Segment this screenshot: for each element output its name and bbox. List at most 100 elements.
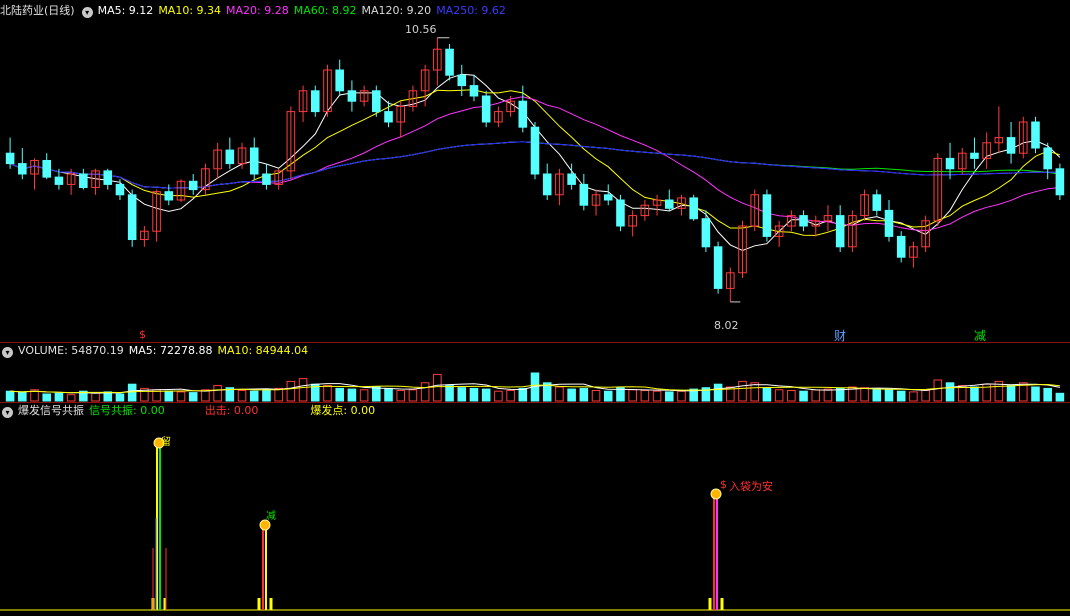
candle-body (249, 147, 259, 175)
volume-bar (1006, 385, 1016, 402)
candle-body (530, 126, 540, 175)
volume-bar (811, 389, 821, 402)
indicator-name[interactable]: 爆发信号共振 (18, 404, 84, 417)
volume-pane[interactable]: ▾ VOLUME: 54870.19 MA5: 72278.88 MA10: 8494… (0, 343, 1070, 402)
chevron-down-icon[interactable]: ▾ (81, 7, 93, 18)
volume-bar (115, 393, 125, 402)
candle-body (42, 159, 52, 178)
stock-title[interactable]: 北陆药业(日线) (0, 4, 75, 17)
volume-bar (591, 390, 601, 402)
ma10-value: MA10: 9.34 (158, 4, 222, 17)
candle-body (225, 149, 235, 165)
volume-header: ▾ VOLUME: 54870.19 MA5: 72278.88 MA10: 8494… (0, 344, 313, 358)
volume-bar (640, 390, 650, 402)
candle-body (5, 152, 15, 165)
candle-body (1006, 137, 1016, 154)
candle-body (579, 183, 589, 206)
volume-bar (298, 378, 308, 402)
volume-bar (750, 382, 760, 402)
ma120-value: MA120: 9.20 (361, 4, 432, 17)
ma60-value: MA60: 8.92 (293, 4, 357, 17)
volume-bar (603, 390, 613, 402)
volume-bar (762, 387, 772, 402)
candle-body (970, 152, 979, 159)
vol-ma5-value: MA5: 72278.88 (128, 344, 213, 357)
candle-body (1031, 121, 1040, 149)
volume-bar (457, 387, 467, 402)
signal-dollar: $ (720, 478, 727, 491)
candle-body (18, 163, 27, 175)
volume-bar (42, 393, 52, 402)
volume-bar (384, 387, 393, 402)
volume-bar (213, 385, 222, 402)
candle-body (164, 191, 174, 201)
volume-bar (909, 391, 918, 402)
volume-bar (664, 391, 674, 402)
volume-bar (323, 385, 332, 402)
candle-body (115, 183, 125, 196)
low-price-label: 8.02 (714, 319, 739, 332)
candle-body (542, 173, 552, 196)
volume-bar (945, 382, 955, 402)
volume-bar (567, 388, 576, 402)
candle-body (664, 199, 674, 209)
volume-bar (335, 387, 344, 402)
volume-bar (127, 383, 137, 402)
volume-bar (579, 387, 589, 402)
volume-bar (970, 386, 979, 402)
candle-body (127, 194, 137, 241)
candle-body (54, 176, 64, 185)
candle-body (469, 85, 479, 97)
volume-value: VOLUME: 54870.19 (18, 344, 124, 357)
candle-body (518, 100, 528, 128)
ma250-value: MA250: 9.62 (436, 4, 506, 17)
volume-bar (1055, 392, 1065, 402)
chevron-down-icon[interactable]: ▾ (2, 407, 13, 418)
volume-bar (372, 386, 381, 402)
burst-value: 爆发点: 0.00 (310, 404, 376, 417)
signal-label-jian: 减 (266, 511, 276, 522)
volume-bar (262, 388, 271, 402)
price-pane[interactable]: 北陆药业(日线) ▾ MA5: 9.12 MA10: 9.34 MA20: 9.28 MA… (0, 0, 1070, 343)
candle-body (884, 209, 894, 237)
candle-body (445, 48, 454, 76)
candle-body (872, 194, 882, 211)
candle-body (567, 173, 576, 185)
price-chart[interactable] (0, 0, 1070, 342)
volume-bar (18, 392, 27, 402)
volume-bar (469, 387, 479, 402)
candle-body (603, 194, 613, 201)
volume-bar (249, 390, 259, 402)
marker-dollar: $ (139, 328, 146, 341)
candle-body (762, 194, 772, 237)
volume-bar (774, 389, 784, 402)
candle-body (701, 218, 711, 248)
volume-bar (518, 387, 528, 402)
candle-body (896, 235, 906, 258)
candle-body (799, 215, 808, 227)
volume-bar (506, 390, 515, 402)
volume-bar (66, 394, 76, 402)
chevron-down-icon[interactable]: ▾ (2, 347, 13, 358)
candle-body (384, 111, 393, 123)
volume-bar (396, 390, 406, 402)
volume-bar (823, 388, 833, 402)
indicator-pane[interactable]: ▾ 爆发信号共振 信号共振: 0.00 出击: 0.00 爆发点: 0.00 留 减 $… (0, 403, 1070, 616)
volume-bar (91, 392, 100, 402)
signal-label-liu: 留 (161, 437, 171, 448)
volume-bar (860, 387, 869, 402)
volume-bar (359, 389, 369, 402)
candle-body (481, 95, 491, 123)
candle-body (616, 199, 625, 227)
volume-bar (921, 390, 930, 402)
volume-bar (420, 382, 430, 402)
volume-bar (884, 389, 894, 402)
candle-body (347, 90, 357, 102)
volume-bar (555, 386, 564, 402)
candle-body (457, 74, 467, 87)
volume-bar (677, 390, 686, 402)
candle-body (79, 173, 88, 189)
candle-body (1043, 147, 1052, 170)
indicator-header: ▾ 爆发信号共振 信号共振: 0.00 出击: 0.00 爆发点: 0.00 (0, 404, 380, 418)
volume-bar (433, 373, 442, 402)
